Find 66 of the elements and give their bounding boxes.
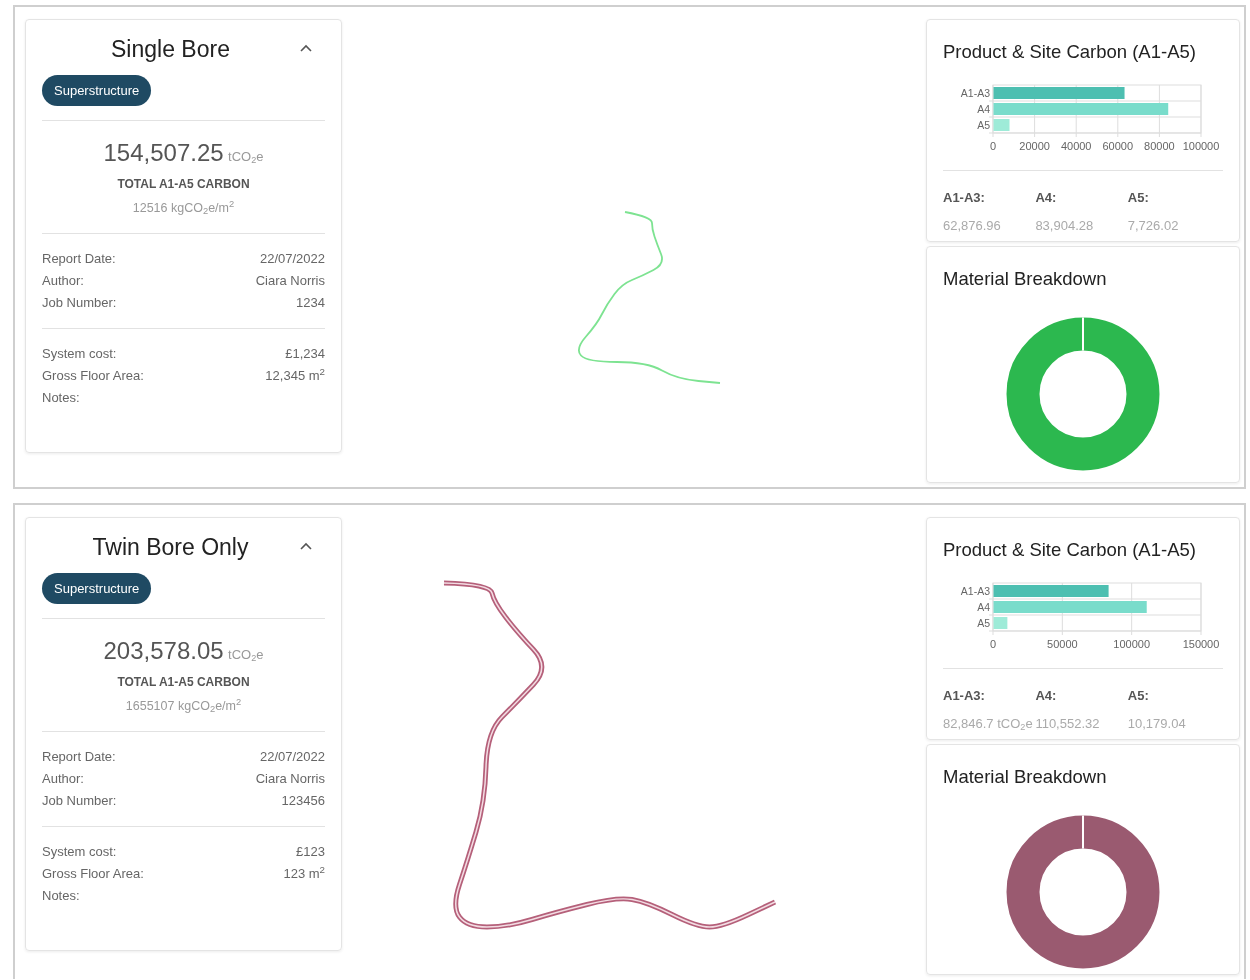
- axis-tick-label: 0: [989, 637, 997, 650]
- detail-label: Job Number:: [42, 294, 117, 312]
- total-label: TOTAL A1-A5 CARBON: [117, 177, 250, 191]
- category-tag: Superstructure: [42, 572, 152, 604]
- intensity-value: 1655107 kgCO$_{2}$e/m$^{2}$: [125, 699, 242, 713]
- stat-label: A5:: [1127, 189, 1149, 205]
- axis-label: A4: [977, 600, 990, 613]
- intensity-value: 12516 kgCO$_{2}$e/m$^{2}$: [132, 201, 235, 215]
- axis-label: A1-A3: [960, 584, 990, 597]
- detail-label: Report Date:: [42, 250, 116, 268]
- detail-value: Ciara Norris: [255, 770, 325, 788]
- axis-tick-label: 100000: [1113, 637, 1151, 650]
- axis-label: A5: [977, 118, 990, 131]
- axis-label: A1-A3: [960, 86, 990, 99]
- detail-value: 123456: [281, 792, 325, 810]
- unit-label: tCO$_{2}$e: [228, 149, 264, 164]
- detail-label: Notes:: [42, 887, 80, 905]
- total-value: 203,578.05: [103, 637, 224, 664]
- detail-value: Ciara Norris: [255, 272, 325, 290]
- stat-value: 83,904.28: [1035, 217, 1094, 233]
- detail-label: Gross Floor Area:: [42, 865, 144, 883]
- axis-tick-label: 150000: [1182, 637, 1220, 650]
- detail-label: Report Date:: [42, 748, 116, 766]
- detail-value: 12,345 m$^{2}$: [265, 365, 325, 385]
- card-title: Twin Bore Only: [91, 533, 250, 562]
- card-title: Material Breakdown: [943, 764, 1108, 789]
- detail-label: Author:: [42, 272, 84, 290]
- detail-label: Author:: [42, 770, 84, 788]
- stat-label: A1-A3:: [943, 687, 985, 703]
- stat-label: A5:: [1127, 687, 1149, 703]
- stat-value: 110,552.32: [1035, 715, 1100, 731]
- stat-value: 82,846.7 tCO$_{2}$e: [943, 715, 1033, 731]
- axis-tick-label: 50000: [1047, 637, 1078, 650]
- stat-value: 7,726.02: [1127, 217, 1179, 233]
- axis-tick-label: 60000: [1102, 139, 1134, 152]
- detail-value: 22/07/2022: [259, 250, 325, 268]
- stat-label: A4:: [1035, 189, 1057, 205]
- stat-value: 62,876.96: [943, 217, 1001, 233]
- axis-label: A5: [977, 616, 990, 629]
- stat-label: A1-A3:: [943, 189, 985, 205]
- detail-value: 123 m$^{2}$: [283, 863, 325, 883]
- detail-value: £123: [296, 843, 325, 861]
- axis-tick-label: 40000: [1060, 139, 1092, 152]
- detail-value: 22/07/2022: [259, 748, 325, 766]
- detail-value: £1,234: [285, 345, 325, 363]
- detail-label: System cost:: [42, 345, 117, 363]
- axis-label: A4: [977, 102, 990, 115]
- card-title: Product & Site Carbon (A1-A5): [943, 538, 1197, 562]
- total-value: 154,507.25: [103, 139, 224, 166]
- category-tag: Superstructure: [42, 74, 152, 106]
- axis-tick-label: 0: [989, 139, 997, 152]
- axis-tick-label: 20000: [1019, 139, 1050, 152]
- card-title: Product & Site Carbon (A1-A5): [943, 40, 1197, 64]
- total-label: TOTAL A1-A5 CARBON: [117, 675, 250, 689]
- axis-tick-label: 80000: [1144, 139, 1175, 152]
- card-title: Material Breakdown: [943, 266, 1108, 291]
- stat-value: 10,179.04: [1127, 715, 1186, 731]
- detail-label: Notes:: [42, 389, 80, 407]
- detail-label: System cost:: [42, 843, 117, 861]
- detail-label: Job Number:: [42, 792, 117, 810]
- detail-label: Gross Floor Area:: [42, 367, 144, 385]
- stat-label: A4:: [1035, 687, 1057, 703]
- axis-tick-label: 100000: [1182, 139, 1220, 152]
- detail-value: 1234: [296, 294, 325, 312]
- card-title: Single Bore: [110, 35, 231, 64]
- unit-label: tCO$_{2}$e: [228, 647, 264, 662]
